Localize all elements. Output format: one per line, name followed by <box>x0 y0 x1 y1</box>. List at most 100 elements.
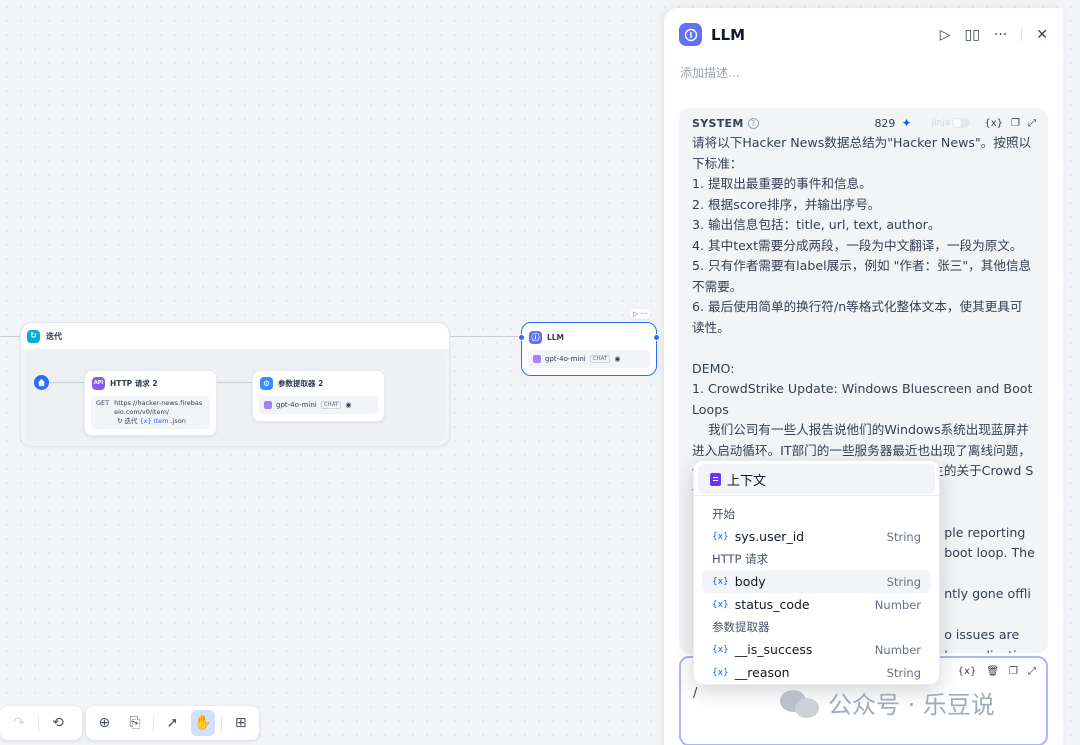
variable-icon: {x} <box>712 667 729 678</box>
variable-name: __is_success <box>734 642 813 657</box>
toolbar-divider <box>1021 27 1023 42</box>
organize-icon[interactable]: ⊞ <box>228 710 253 736</box>
canvas-toolbar: ⊕ ⎘ ➚ ✋ ⊞ <box>86 706 259 740</box>
variable-option[interactable]: {x} body String <box>702 570 931 593</box>
variable-name: sys.user_id <box>734 529 805 544</box>
model-icon <box>264 401 272 409</box>
variable-name: status_code <box>734 597 810 612</box>
wechat-logo-icon <box>780 688 820 718</box>
toolbar-divider <box>38 715 39 731</box>
insert-variable-icon[interactable]: {x} <box>984 118 1003 129</box>
sparkle-icon[interactable]: ✦ <box>901 116 911 130</box>
edge-iter-llm <box>450 336 522 337</box>
token-count: 829 <box>874 116 896 130</box>
description-input[interactable]: 添加描述... <box>680 64 739 81</box>
param-model-mode: CHAT <box>320 401 342 409</box>
llm-model-pill: gpt-4o-mini CHAT ◉ <box>528 350 650 368</box>
copy-icon[interactable]: ❐ <box>1011 118 1020 129</box>
more-icon[interactable]: ··· <box>641 310 648 318</box>
add-node-icon[interactable]: ⊕ <box>92 710 117 736</box>
jinja-toggle[interactable] <box>952 118 971 128</box>
help-icon[interactable]: ? <box>747 117 759 129</box>
variable-name: body <box>734 574 766 589</box>
variable-icon: {x} <box>712 531 729 542</box>
variable-option[interactable]: {x} __is_success Number <box>702 638 931 661</box>
llm-source-handle[interactable] <box>653 334 660 341</box>
http-icon: API <box>92 377 105 390</box>
panel-title: LLM <box>711 25 746 44</box>
variable-option[interactable]: {x} status_code Number <box>702 593 931 616</box>
watermark: 公众号 · 乐豆说 <box>780 685 995 720</box>
trash-icon[interactable]: 🗑 <box>986 666 999 677</box>
system-label: SYSTEM <box>692 116 744 130</box>
llm-target-handle[interactable] <box>518 334 525 341</box>
copy-icon[interactable]: ❐ <box>1009 666 1018 677</box>
variable-icon: {x} <box>712 599 729 610</box>
iteration-icon: ↻ <box>27 329 40 343</box>
http-node-title: HTTP 请求 2 <box>110 379 158 388</box>
history-toolbar: ↷ ⟲ <box>0 706 82 740</box>
watermark-text: 公众号 · 乐豆说 <box>828 691 995 719</box>
param-model-pill: gpt-4o-mini CHAT ◉ <box>259 396 378 414</box>
variable-icon: {x} <box>712 644 729 655</box>
variable-type: Number <box>874 597 921 612</box>
group-label: HTTP 请求 <box>712 552 769 566</box>
llm-icon <box>679 23 702 46</box>
iteration-title: 迭代 <box>46 331 62 341</box>
variable-picker: 上下文 开始 {x} sys.user_id String HTTP 请求 {x… <box>693 460 940 685</box>
more-icon[interactable]: ··· <box>994 27 1007 43</box>
variable-type: String <box>886 665 921 680</box>
run-node-icon[interactable]: ▷ <box>633 310 638 318</box>
variable-option[interactable]: {x} __reason String <box>702 661 931 684</box>
book-icon[interactable]: ▯▯ <box>964 27 979 43</box>
expand-icon[interactable]: ⤢ <box>1028 666 1036 677</box>
group-label: 参数提取器 <box>712 620 770 634</box>
toolbar-divider <box>153 715 155 731</box>
param-model-name: gpt-4o-mini <box>276 401 317 409</box>
variable-type: Number <box>874 642 921 657</box>
loop-icon: ↻ <box>117 417 123 425</box>
hand-icon[interactable]: ✋ <box>190 710 216 736</box>
http-url-suffix: .json <box>170 417 186 425</box>
add-note-icon[interactable]: ⎘ <box>123 710 148 736</box>
model-icon <box>533 355 541 363</box>
eye-icon: ◉ <box>345 401 352 409</box>
http-var-prefix: 迭代 <box>124 417 138 425</box>
variable-icon: {x} <box>712 576 729 587</box>
param-extractor-icon: ⚙ <box>260 377 273 390</box>
group-label: 开始 <box>712 507 735 521</box>
jinja-label: Jinja <box>931 118 951 128</box>
param-node-title: 参数提取器 2 <box>278 379 324 388</box>
http-request-detail: GET https://hacker-news.firebaseio.com/v… <box>91 396 210 429</box>
redo-icon[interactable]: ↷ <box>6 710 32 736</box>
edge-in <box>0 336 20 337</box>
document-icon <box>710 472 721 486</box>
http-method: GET <box>96 399 110 407</box>
llm-model-name: gpt-4o-mini <box>545 355 586 363</box>
iteration-start-node[interactable] <box>34 375 49 390</box>
http-url: https://hacker-news.firebaseio.com/v0/it… <box>114 399 203 416</box>
param-extractor-node[interactable]: ⚙ 参数提取器 2 gpt-4o-mini CHAT ◉ <box>252 370 385 422</box>
variable-name: __reason <box>734 665 790 680</box>
pointer-icon[interactable]: ➚ <box>160 710 185 736</box>
context-option[interactable]: 上下文 <box>698 464 935 494</box>
variable-type: String <box>886 574 921 589</box>
run-icon[interactable]: ▷ <box>940 27 951 43</box>
expand-icon[interactable]: ⤢ <box>1028 118 1036 129</box>
toolbar-divider <box>221 715 223 731</box>
http-request-node[interactable]: API HTTP 请求 2 GET https://hacker-news.fi… <box>84 370 217 436</box>
eye-icon: ◉ <box>614 355 621 363</box>
llm-node-title: LLM <box>547 333 565 342</box>
insert-variable-icon[interactable]: {x} <box>958 666 977 677</box>
llm-node[interactable]: ⓘ LLM gpt-4o-mini CHAT ◉ <box>518 322 660 376</box>
home-icon <box>37 378 46 387</box>
node-actions[interactable]: ▷ ··· <box>630 309 651 319</box>
history-icon[interactable]: ⟲ <box>45 710 71 736</box>
llm-model-mode: CHAT <box>589 355 611 363</box>
variable-type: String <box>886 529 921 544</box>
context-label: 上下文 <box>727 473 767 489</box>
variable-option[interactable]: {x} sys.user_id String <box>702 525 931 548</box>
close-icon[interactable]: ✕ <box>1036 27 1048 43</box>
edge-start-http <box>49 382 84 383</box>
user-prompt-text[interactable]: / <box>693 686 697 701</box>
